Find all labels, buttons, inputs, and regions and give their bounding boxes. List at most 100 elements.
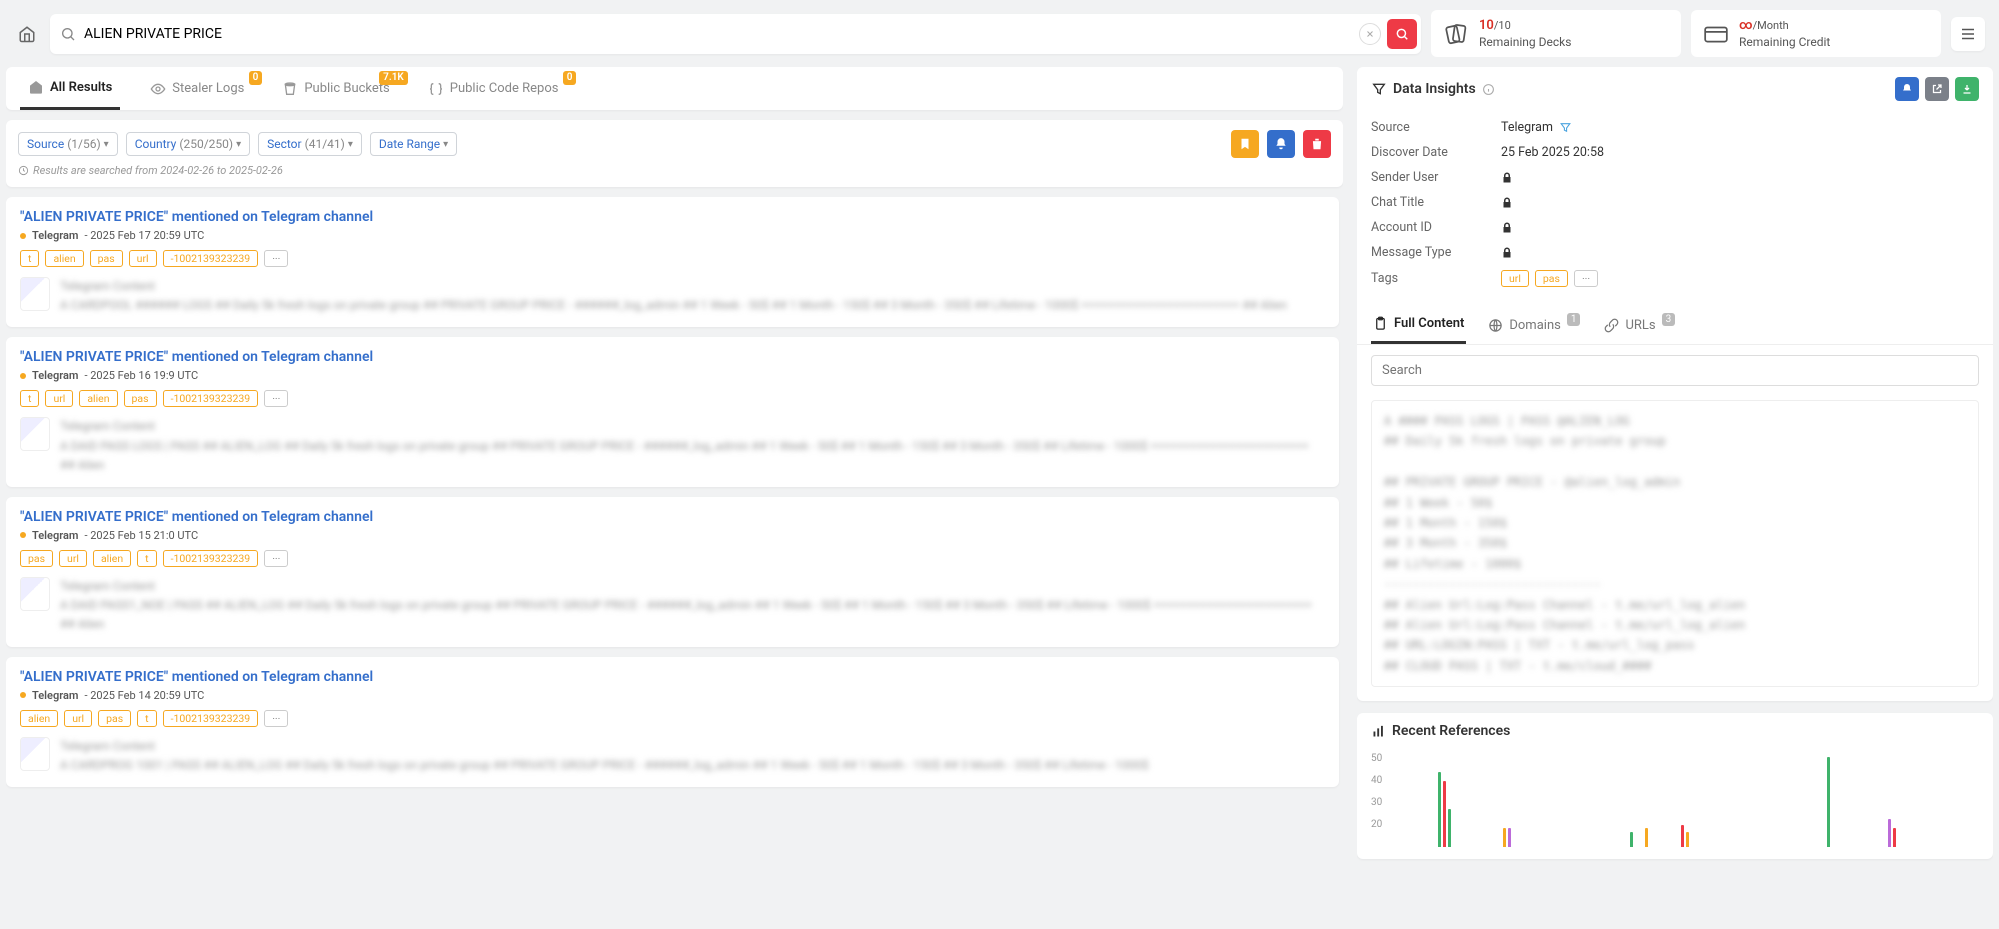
home-icon xyxy=(18,25,36,43)
content-preview: A #### PASS LOGS | PASS @ALIEN_LOG ## Da… xyxy=(1371,400,1979,687)
clipboard-icon xyxy=(1373,316,1388,331)
result-tag[interactable]: -1002139323239 xyxy=(163,250,259,267)
clear-search-button[interactable] xyxy=(1359,23,1381,45)
decks-count: 10 xyxy=(1479,18,1494,33)
tab-domains[interactable]: Domains1 xyxy=(1486,306,1582,344)
insights-title: Data Insights xyxy=(1393,81,1476,97)
delete-button[interactable] xyxy=(1303,130,1331,158)
result-tag[interactable]: url xyxy=(64,710,92,727)
search-bar xyxy=(50,14,1421,54)
credit-sym: ∞ xyxy=(1739,18,1753,33)
chart-bar[interactable] xyxy=(1448,809,1451,847)
credit-card-icon xyxy=(1703,21,1729,47)
eye-icon xyxy=(150,81,166,97)
tab-all-results[interactable]: All Results xyxy=(20,67,120,110)
lock-icon xyxy=(1501,172,1513,184)
more-tags[interactable]: ··· xyxy=(1574,270,1598,287)
lock-icon xyxy=(1501,197,1513,209)
result-tag[interactable]: t xyxy=(20,390,39,407)
tab-public-code-repos[interactable]: Public Code Repos0 xyxy=(420,69,567,109)
result-tag[interactable]: pas xyxy=(20,550,53,567)
result-tag[interactable]: t xyxy=(20,250,39,267)
result-tag[interactable]: url xyxy=(59,550,87,567)
result-tag[interactable]: url xyxy=(129,250,157,267)
more-tags[interactable]: ··· xyxy=(264,710,288,727)
decks-den: /10 xyxy=(1494,19,1511,32)
chart-bar[interactable] xyxy=(1443,781,1446,847)
results-list: "ALIEN PRIVATE PRICE" mentioned on Teleg… xyxy=(6,197,1343,919)
result-title[interactable]: "ALIEN PRIVATE PRICE" mentioned on Teleg… xyxy=(20,349,1325,365)
result-tag[interactable]: alien xyxy=(93,550,131,567)
y-tick: 30 xyxy=(1371,797,1382,808)
bell-icon xyxy=(1901,83,1913,95)
chevron-down-icon: ▾ xyxy=(443,139,448,150)
result-tag[interactable]: pas xyxy=(98,710,131,727)
result-title[interactable]: "ALIEN PRIVATE PRICE" mentioned on Teleg… xyxy=(20,669,1325,685)
funnel-icon[interactable] xyxy=(1559,121,1572,134)
result-tag[interactable]: pas xyxy=(90,250,123,267)
source-value: Telegram xyxy=(1501,120,1553,135)
more-tags[interactable]: ··· xyxy=(264,550,288,567)
more-tags[interactable]: ··· xyxy=(264,390,288,407)
result-title[interactable]: "ALIEN PRIVATE PRICE" mentioned on Teleg… xyxy=(20,509,1325,525)
notify-button[interactable] xyxy=(1895,77,1919,101)
tab-full-content[interactable]: Full Content xyxy=(1371,306,1466,344)
remaining-credit-card[interactable]: ∞/Month Remaining Credit xyxy=(1691,10,1941,57)
result-thumbnail xyxy=(20,277,50,311)
remaining-decks-card[interactable]: 10/10 Remaining Decks xyxy=(1431,10,1681,57)
result-tag[interactable]: alien xyxy=(45,250,83,267)
insight-tag[interactable]: pas xyxy=(1535,270,1568,287)
chart-bar[interactable] xyxy=(1893,828,1896,847)
download-button[interactable] xyxy=(1955,77,1979,101)
chart-bar[interactable] xyxy=(1681,825,1684,848)
search-icon xyxy=(60,26,76,42)
chart-bar[interactable] xyxy=(1686,832,1689,847)
menu-button[interactable] xyxy=(1951,17,1985,51)
result-tag[interactable]: t xyxy=(137,710,156,727)
result-tag[interactable]: alien xyxy=(20,710,58,727)
filter-date-range[interactable]: Date Range ▾ xyxy=(370,132,457,156)
insight-tag[interactable]: url xyxy=(1501,270,1529,287)
credit-label: Remaining Credit xyxy=(1739,35,1830,49)
lock-icon xyxy=(1501,222,1513,234)
info-icon xyxy=(1482,83,1495,96)
bookmark-icon xyxy=(1238,137,1252,151)
bell-icon xyxy=(1274,137,1288,151)
filter-sector[interactable]: Sector (41/41) ▾ xyxy=(258,132,362,156)
external-icon xyxy=(1931,83,1943,95)
result-tag[interactable]: pas xyxy=(124,390,157,407)
more-tags[interactable]: ··· xyxy=(264,250,288,267)
result-preview: Telegram ContentA CARDPOOL ###### LOGS #… xyxy=(60,277,1325,315)
chart-bar[interactable] xyxy=(1645,828,1648,847)
search-input[interactable] xyxy=(76,18,1359,50)
alert-button[interactable] xyxy=(1267,130,1295,158)
chart-bar[interactable] xyxy=(1827,757,1830,847)
filter-source[interactable]: Source (1/56) ▾ xyxy=(18,132,118,156)
filter-country[interactable]: Country (250/250) ▾ xyxy=(126,132,250,156)
result-tag[interactable]: alien xyxy=(79,390,117,407)
recent-references-panel: Recent References 50403020 xyxy=(1357,713,1993,859)
result-item: "ALIEN PRIVATE PRICE" mentioned on Teleg… xyxy=(6,657,1339,787)
result-tag[interactable]: -1002139323239 xyxy=(163,550,259,567)
result-preview: Telegram ContentA DAID PASS1_NOE | PASS … xyxy=(60,577,1325,635)
chart-bar[interactable] xyxy=(1508,828,1511,847)
tab-public-buckets[interactable]: Public Buckets7.1K xyxy=(274,69,397,109)
result-tabs: All Results Stealer Logs0 Public Buckets7.… xyxy=(6,67,1343,110)
chart-bar[interactable] xyxy=(1888,819,1891,847)
tab-stealer-logs[interactable]: Stealer Logs0 xyxy=(142,69,252,109)
result-tag[interactable]: -1002139323239 xyxy=(163,710,259,727)
home-button[interactable] xyxy=(14,21,40,47)
bookmark-button[interactable] xyxy=(1231,130,1259,158)
share-button[interactable] xyxy=(1925,77,1949,101)
search-button[interactable] xyxy=(1387,19,1417,49)
result-title[interactable]: "ALIEN PRIVATE PRICE" mentioned on Teleg… xyxy=(20,209,1325,225)
chart-bar[interactable] xyxy=(1630,832,1633,847)
result-tag[interactable]: -1002139323239 xyxy=(163,390,259,407)
content-search-input[interactable] xyxy=(1371,355,1979,386)
data-insights-panel: Data Insights Source Telegram Discove xyxy=(1357,67,1993,701)
result-tag[interactable]: t xyxy=(137,550,156,567)
tab-urls[interactable]: URLs3 xyxy=(1602,306,1677,344)
chart-bar[interactable] xyxy=(1503,828,1506,847)
result-tag[interactable]: url xyxy=(45,390,73,407)
chart-bar[interactable] xyxy=(1438,772,1441,847)
